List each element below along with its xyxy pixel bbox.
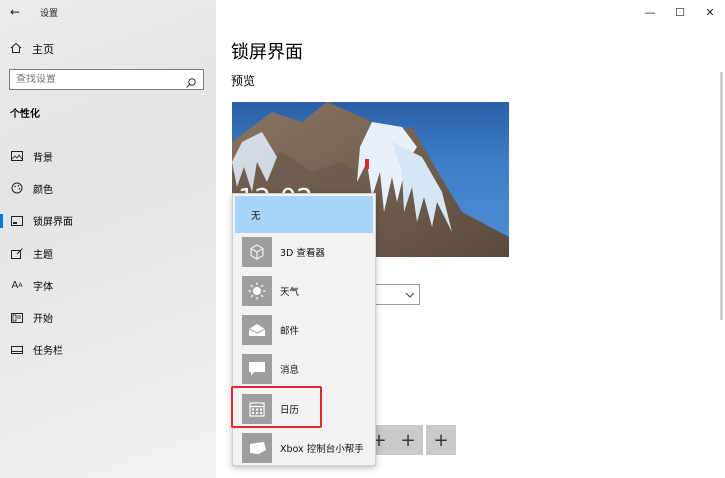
start-icon xyxy=(10,312,24,324)
window-controls: — ☐ ✕ xyxy=(635,0,725,24)
calendar-highlight-box xyxy=(231,386,322,428)
search-input[interactable] xyxy=(16,74,185,85)
dropdown-item-label: Xbox 控制台小帮手 xyxy=(280,443,364,455)
background-dropdown[interactable] xyxy=(374,284,420,305)
sidebar: ← 设置 主页 个性化 背景 颜色 xyxy=(0,0,216,478)
3d-cube-icon xyxy=(242,236,272,267)
sidebar-item-lock-screen[interactable]: 锁屏界面 xyxy=(0,205,216,237)
sidebar-item-taskbar[interactable]: 任务栏 xyxy=(0,334,216,366)
search-box[interactable] xyxy=(9,69,204,90)
dropdown-item-label: 消息 xyxy=(280,364,300,376)
sun-icon xyxy=(242,275,272,306)
dropdown-item-messaging[interactable]: 消息 xyxy=(233,350,375,387)
back-button[interactable]: ← xyxy=(0,0,30,24)
dropdown-item-none[interactable]: 无 xyxy=(235,196,373,233)
home-link[interactable]: 主页 xyxy=(10,40,54,58)
dropdown-item-label: 天气 xyxy=(280,286,300,298)
palette-icon xyxy=(10,182,24,194)
dropdown-item-label: 邮件 xyxy=(280,325,300,337)
mail-icon xyxy=(242,314,272,345)
sidebar-item-label: 颜色 xyxy=(33,184,53,196)
theme-icon xyxy=(10,247,24,259)
home-icon xyxy=(10,42,24,57)
title-bar: ← 设置 xyxy=(0,0,216,24)
search-icon[interactable] xyxy=(185,74,197,88)
lock-screen-icon xyxy=(10,215,24,227)
dropdown-item-xbox[interactable]: Xbox 控制台小帮手 xyxy=(233,429,375,466)
sidebar-item-label: 锁屏界面 xyxy=(33,217,73,229)
sidebar-item-themes[interactable]: 主题 xyxy=(0,237,216,269)
dropdown-item-mail[interactable]: 邮件 xyxy=(233,311,375,348)
sidebar-nav: 背景 颜色 锁屏界面 主题 AA 字体 开始 任务栏 xyxy=(0,140,216,366)
sidebar-item-colors[interactable]: 颜色 xyxy=(0,172,216,204)
chevron-down-icon xyxy=(405,292,415,298)
dropdown-item-weather[interactable]: 天气 xyxy=(233,272,375,309)
close-icon: ✕ xyxy=(705,5,715,19)
sidebar-item-background[interactable]: 背景 xyxy=(0,140,216,172)
scrollbar[interactable] xyxy=(720,72,723,320)
section-title: 个性化 xyxy=(10,109,40,120)
preview-label: 预览 xyxy=(231,74,256,88)
maximize-button[interactable]: ☐ xyxy=(665,0,695,24)
maximize-icon: ☐ xyxy=(675,5,685,19)
taskbar-icon xyxy=(10,344,24,356)
back-arrow-icon: ← xyxy=(9,5,21,19)
close-button[interactable]: ✕ xyxy=(695,0,725,24)
background-icon xyxy=(10,150,24,162)
app-title: 设置 xyxy=(40,8,59,19)
page-title: 锁屏界面 xyxy=(231,42,303,63)
minimize-button[interactable]: — xyxy=(635,0,665,24)
message-icon xyxy=(242,353,272,384)
font-icon: AA xyxy=(11,279,23,291)
dropdown-item-3d-viewer[interactable]: 3D 查看器 xyxy=(233,233,375,270)
sidebar-item-label: 开始 xyxy=(33,314,53,326)
minimize-icon: — xyxy=(644,5,656,19)
home-label: 主页 xyxy=(32,43,54,56)
xbox-controller-icon xyxy=(242,432,272,463)
sidebar-item-label: 背景 xyxy=(33,152,53,164)
sidebar-item-start[interactable]: 开始 xyxy=(0,301,216,333)
dropdown-item-label: 无 xyxy=(251,210,261,222)
sidebar-item-fonts[interactable]: AA 字体 xyxy=(0,269,216,301)
quick-status-add-button[interactable]: + xyxy=(393,425,423,455)
sidebar-item-label: 任务栏 xyxy=(33,346,63,358)
sidebar-item-label: 字体 xyxy=(33,281,53,293)
dropdown-item-label: 3D 查看器 xyxy=(280,247,325,259)
quick-status-add-button[interactable]: + xyxy=(426,425,456,455)
sidebar-item-label: 主题 xyxy=(33,249,53,261)
